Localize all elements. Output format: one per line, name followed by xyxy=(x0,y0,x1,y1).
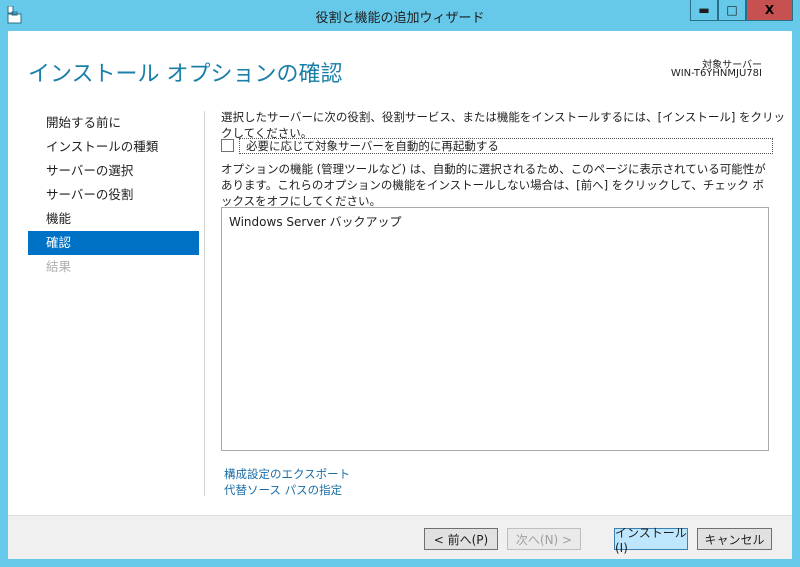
nav-item-features[interactable]: 機能 xyxy=(28,207,199,231)
maximize-button[interactable]: □ xyxy=(718,0,746,21)
divider xyxy=(204,111,205,496)
nav-item-server-roles[interactable]: サーバーの役割 xyxy=(28,183,199,207)
nav-item-server-selection[interactable]: サーバーの選択 xyxy=(28,159,199,183)
nav-item-confirmation[interactable]: 確認 xyxy=(28,231,199,255)
wizard-nav: 開始する前に インストールの種類 サーバーの選択 サーバーの役割 機能 確認 結… xyxy=(28,111,199,279)
intro-text: 選択したサーバーに次の役割、役割サービス、または機能をインストールするには、[イ… xyxy=(221,110,786,140)
minimize-button[interactable]: ▬ xyxy=(690,0,718,21)
alternate-source-link[interactable]: 代替ソース パスの指定 xyxy=(224,482,342,498)
export-settings-link[interactable]: 構成設定のエクスポート xyxy=(224,466,350,482)
back-button[interactable]: < 前へ(P) xyxy=(424,528,498,550)
cancel-button[interactable]: キャンセル xyxy=(697,528,772,550)
nav-item-before-you-begin[interactable]: 開始する前に xyxy=(28,111,199,135)
title-bar[interactable]: 役割と機能の追加ウィザード ▬ □ X xyxy=(0,0,800,31)
optional-features-note: オプションの機能 (管理ツールなど) は、自動的に選択されるため、このページに表… xyxy=(221,162,766,208)
window-title: 役割と機能の追加ウィザード xyxy=(315,11,485,26)
footer: < 前へ(P) 次へ(N) > インストール(I) キャンセル xyxy=(8,515,792,559)
page-title: インストール オプションの確認 xyxy=(28,62,343,87)
restart-checkbox-row[interactable]: 必要に応じて対象サーバーを自動的に再起動する xyxy=(221,138,773,154)
target-server-value: WIN-T6YHNMJU78I xyxy=(670,68,762,79)
restart-checkbox-label[interactable]: 必要に応じて対象サーバーを自動的に再起動する xyxy=(239,138,773,154)
selection-list[interactable]: Windows Server バックアップ xyxy=(221,207,769,451)
nav-item-installation-type[interactable]: インストールの種類 xyxy=(28,135,199,159)
install-button[interactable]: インストール(I) xyxy=(614,526,688,555)
restart-checkbox[interactable] xyxy=(221,139,234,152)
list-item: Windows Server バックアップ xyxy=(229,215,402,229)
nav-item-results: 結果 xyxy=(46,259,72,274)
next-button: 次へ(N) > xyxy=(507,528,581,550)
close-button[interactable]: X xyxy=(746,0,793,21)
wizard-body: インストール オプションの確認 対象サーバー WIN-T6YHNMJU78I 開… xyxy=(8,31,792,559)
